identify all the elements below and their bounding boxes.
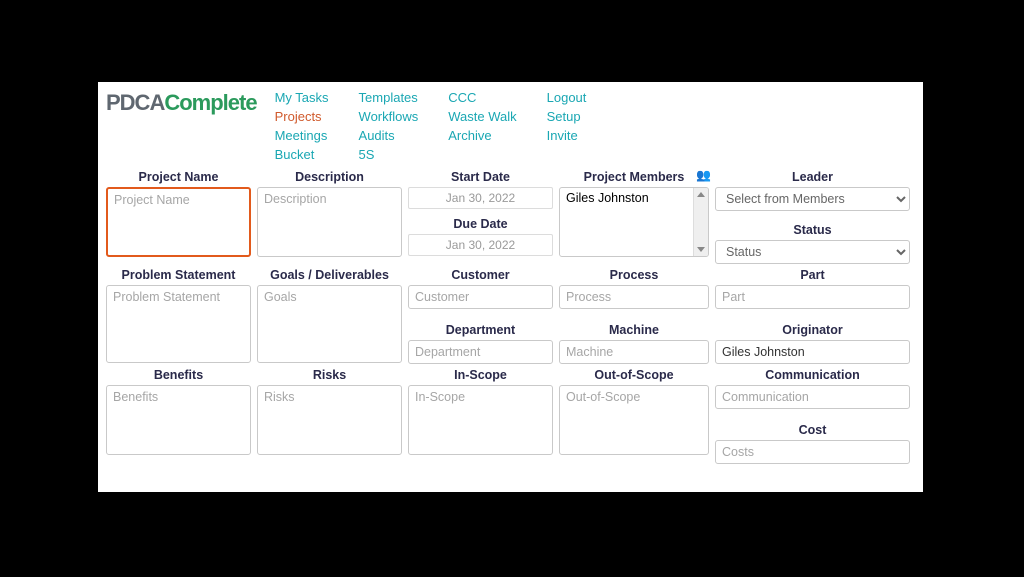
label-project-members: Project Members (559, 166, 709, 187)
customer-input[interactable] (408, 285, 553, 309)
status-select[interactable]: Status (715, 240, 910, 264)
label-problem-statement: Problem Statement (106, 264, 251, 285)
label-goals: Goals / Deliverables (257, 264, 402, 285)
label-project-name: Project Name (106, 166, 251, 187)
label-cost: Cost (715, 419, 910, 440)
label-originator: Originator (715, 319, 910, 340)
benefits-input[interactable] (106, 385, 251, 455)
nav-col-3: CCC Waste Walk Archive (448, 90, 516, 162)
nav-my-tasks[interactable]: My Tasks (275, 90, 329, 105)
logo: PDCAComplete (106, 88, 275, 116)
label-in-scope: In-Scope (408, 364, 553, 385)
label-out-scope: Out-of-Scope (559, 364, 709, 385)
scrollbar[interactable] (693, 188, 708, 256)
communication-input[interactable] (715, 385, 910, 409)
label-process: Process (559, 264, 709, 285)
label-start-date: Start Date (408, 166, 553, 187)
label-status: Status (715, 219, 910, 240)
out-scope-input[interactable] (559, 385, 709, 455)
nav-col-4: Logout Setup Invite (547, 90, 587, 162)
description-input[interactable] (257, 187, 402, 257)
nav-bar: My Tasks Projects Meetings Bucket Templa… (275, 88, 587, 162)
nav-projects[interactable]: Projects (275, 109, 329, 124)
due-date-input[interactable]: Jan 30, 2022 (408, 234, 553, 256)
app-window: PDCAComplete My Tasks Projects Meetings … (98, 82, 923, 492)
label-part: Part (715, 264, 910, 285)
nav-ccc[interactable]: CCC (448, 90, 516, 105)
project-name-input[interactable] (106, 187, 251, 257)
label-leader: Leader (715, 166, 910, 187)
costs-input[interactable] (715, 440, 910, 464)
machine-input[interactable] (559, 340, 709, 364)
risks-input[interactable] (257, 385, 402, 455)
nav-audits[interactable]: Audits (359, 128, 419, 143)
leader-select[interactable]: Select from Members (715, 187, 910, 211)
nav-5s[interactable]: 5S (359, 147, 419, 162)
label-department: Department (408, 319, 553, 340)
label-description: Description (257, 166, 402, 187)
goals-input[interactable] (257, 285, 402, 363)
nav-col-1: My Tasks Projects Meetings Bucket (275, 90, 329, 162)
nav-setup[interactable]: Setup (547, 109, 587, 124)
nav-bucket[interactable]: Bucket (275, 147, 329, 162)
project-members-list[interactable]: Giles Johnston (559, 187, 709, 257)
label-machine: Machine (559, 319, 709, 340)
nav-workflows[interactable]: Workflows (359, 109, 419, 124)
form-grid: Project Name Description Start Date Proj… (106, 166, 915, 464)
member-item[interactable]: Giles Johnston (566, 191, 649, 205)
logo-part1: PDCA (106, 90, 164, 115)
originator-input[interactable] (715, 340, 910, 364)
logo-part2: Complete (164, 90, 256, 115)
label-communication: Communication (715, 364, 910, 385)
nav-templates[interactable]: Templates (359, 90, 419, 105)
nav-logout[interactable]: Logout (547, 90, 587, 105)
nav-invite[interactable]: Invite (547, 128, 587, 143)
people-icon[interactable]: 👥 (696, 168, 711, 182)
nav-col-2: Templates Workflows Audits 5S (359, 90, 419, 162)
label-due-date: Due Date (408, 213, 553, 234)
nav-archive[interactable]: Archive (448, 128, 516, 143)
label-risks: Risks (257, 364, 402, 385)
process-input[interactable] (559, 285, 709, 309)
header: PDCAComplete My Tasks Projects Meetings … (106, 88, 915, 162)
part-input[interactable] (715, 285, 910, 309)
nav-meetings[interactable]: Meetings (275, 128, 329, 143)
nav-waste-walk[interactable]: Waste Walk (448, 109, 516, 124)
start-date-input[interactable]: Jan 30, 2022 (408, 187, 553, 209)
in-scope-input[interactable] (408, 385, 553, 455)
label-benefits: Benefits (106, 364, 251, 385)
department-input[interactable] (408, 340, 553, 364)
problem-statement-input[interactable] (106, 285, 251, 363)
label-customer: Customer (408, 264, 553, 285)
